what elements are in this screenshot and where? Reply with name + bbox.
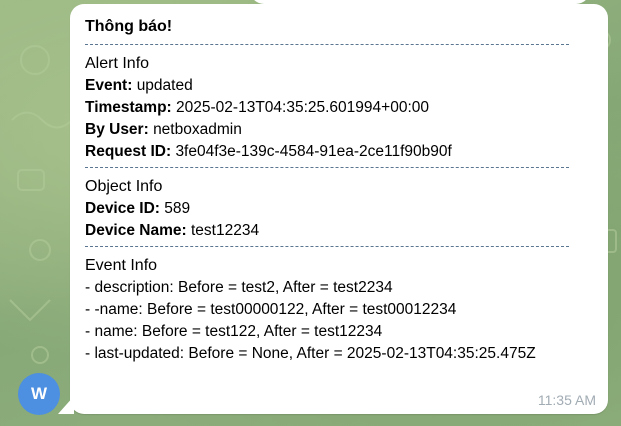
- timestamp-value: 2025-02-13T04:35:25.601994+00:00: [176, 99, 429, 116]
- device-name-row: Device Name: test12234: [85, 220, 593, 242]
- change-item: - last-updated: Before = None, After = 2…: [85, 345, 536, 362]
- object-info-heading: Object Info: [85, 178, 163, 195]
- message-title: Thông báo!: [85, 18, 173, 35]
- event-info-section: Event Info - description: Before = test2…: [85, 255, 593, 365]
- alert-info-heading: Alert Info: [85, 55, 150, 72]
- event-label: Event:: [85, 77, 133, 94]
- device-id-row: Device ID: 589: [85, 198, 593, 220]
- change-item: - name: Before = test122, After = test12…: [85, 323, 383, 340]
- sender-avatar[interactable]: W: [18, 373, 60, 415]
- separator: [85, 167, 569, 168]
- event-info-heading: Event Info: [85, 257, 158, 274]
- separator: [85, 44, 569, 45]
- change-item: - -name: Before = test00000122, After = …: [85, 301, 457, 318]
- device-name-value: test12234: [190, 222, 260, 239]
- bubble-tail: [58, 396, 74, 414]
- event-value: updated: [136, 77, 193, 94]
- timestamp-row: Timestamp: 2025-02-13T04:35:25.601994+00…: [85, 97, 593, 119]
- message-bubble[interactable]: Thông báo! Alert Info Event: updated Tim…: [70, 4, 608, 414]
- user-value: netboxadmin: [153, 121, 242, 138]
- device-id-value: 589: [164, 200, 191, 217]
- timestamp-label: Timestamp:: [85, 99, 172, 116]
- request-id-value: 3fe04f3e-139c-4584-91ea-2ce11f90b90f: [175, 143, 452, 160]
- request-id-label: Request ID:: [85, 143, 172, 160]
- event-row: Event: updated: [85, 75, 593, 97]
- object-info-section: Object Info Device ID: 589 Device Name: …: [85, 176, 593, 242]
- device-id-label: Device ID:: [85, 200, 160, 217]
- alert-info-section: Alert Info Event: updated Timestamp: 202…: [85, 53, 593, 163]
- change-item: - description: Before = test2, After = t…: [85, 279, 393, 296]
- message-time: 11:35 AM: [537, 392, 596, 408]
- user-row: By User: netboxadmin: [85, 119, 593, 141]
- user-label: By User:: [85, 121, 149, 138]
- device-name-label: Device Name:: [85, 222, 187, 239]
- request-id-row: Request ID: 3fe04f3e-139c-4584-91ea-2ce1…: [85, 141, 593, 163]
- separator: [85, 246, 569, 247]
- avatar-letter: W: [30, 384, 48, 403]
